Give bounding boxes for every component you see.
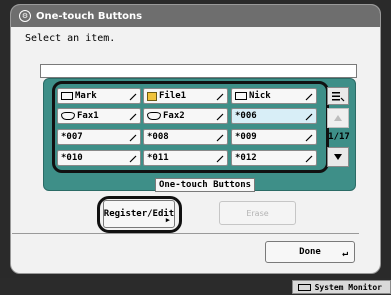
one-touch-button-009[interactable]: *009	[231, 129, 317, 145]
one-touch-button-fax1[interactable]: Fax1	[57, 108, 141, 124]
name-display-field	[40, 64, 357, 78]
list-view-button[interactable]	[327, 87, 349, 105]
instruction-text: Select an item.	[25, 33, 116, 44]
divider	[12, 233, 359, 234]
corner-arrow-icon	[216, 155, 224, 163]
done-button[interactable]: Done ↵	[265, 241, 355, 263]
page-indicator: 1/17	[328, 132, 350, 142]
corner-arrow-icon	[129, 93, 137, 101]
corner-arrow-icon	[129, 113, 137, 121]
arrow-down-icon	[334, 154, 342, 160]
scroll-down-button[interactable]	[327, 147, 349, 167]
mark-icon	[61, 92, 73, 100]
one-touch-button-007[interactable]: *007	[57, 129, 141, 145]
arrow-up-icon	[334, 115, 342, 121]
fax-icon	[147, 112, 161, 120]
return-icon: ↵	[341, 248, 348, 259]
corner-arrow-icon	[216, 93, 224, 101]
corner-arrow-icon	[216, 113, 224, 121]
fax-icon	[61, 112, 75, 120]
file-icon	[147, 91, 157, 101]
mark-icon	[235, 92, 247, 100]
window-title: One-touch Buttons	[36, 10, 143, 22]
one-touch-button-008[interactable]: *008	[143, 129, 228, 145]
corner-arrow-icon	[305, 134, 313, 142]
corner-arrow-icon	[216, 134, 224, 142]
one-touch-button-mark[interactable]: Mark	[57, 88, 141, 104]
one-touch-button-012[interactable]: *012	[231, 150, 317, 166]
list-view-icon	[332, 92, 345, 102]
one-touch-button-011[interactable]: *011	[143, 150, 228, 166]
settings-icon: ⚙	[19, 10, 31, 22]
one-touch-button-010[interactable]: *010	[57, 150, 141, 166]
title-bar: ⚙ One-touch Buttons	[11, 5, 380, 27]
arrow-right-icon: ▶	[165, 216, 170, 224]
corner-arrow-icon	[129, 155, 137, 163]
corner-arrow-icon	[305, 155, 313, 163]
register-edit-button[interactable]: Register/Edit ▶	[103, 200, 175, 228]
corner-arrow-icon	[129, 134, 137, 142]
corner-arrow-icon	[305, 93, 313, 101]
one-touch-button-006[interactable]: *006	[231, 108, 317, 124]
one-touch-button-nick[interactable]: Nick	[231, 88, 317, 104]
system-monitor-button[interactable]: System Monitor	[291, 280, 391, 294]
tab-one-touch-buttons[interactable]: One-touch Buttons	[155, 178, 255, 192]
corner-arrow-icon	[305, 113, 313, 121]
status-bar: System Monitor	[0, 278, 391, 295]
erase-button[interactable]: Erase	[219, 201, 296, 225]
one-touch-button-fax2[interactable]: Fax2	[143, 108, 228, 124]
screen: ⚙ One-touch Buttons Select an item. Mark…	[0, 0, 391, 295]
one-touch-button-file1[interactable]: File1	[143, 88, 228, 104]
monitor-icon	[297, 284, 311, 291]
scroll-up-button[interactable]	[327, 108, 349, 128]
